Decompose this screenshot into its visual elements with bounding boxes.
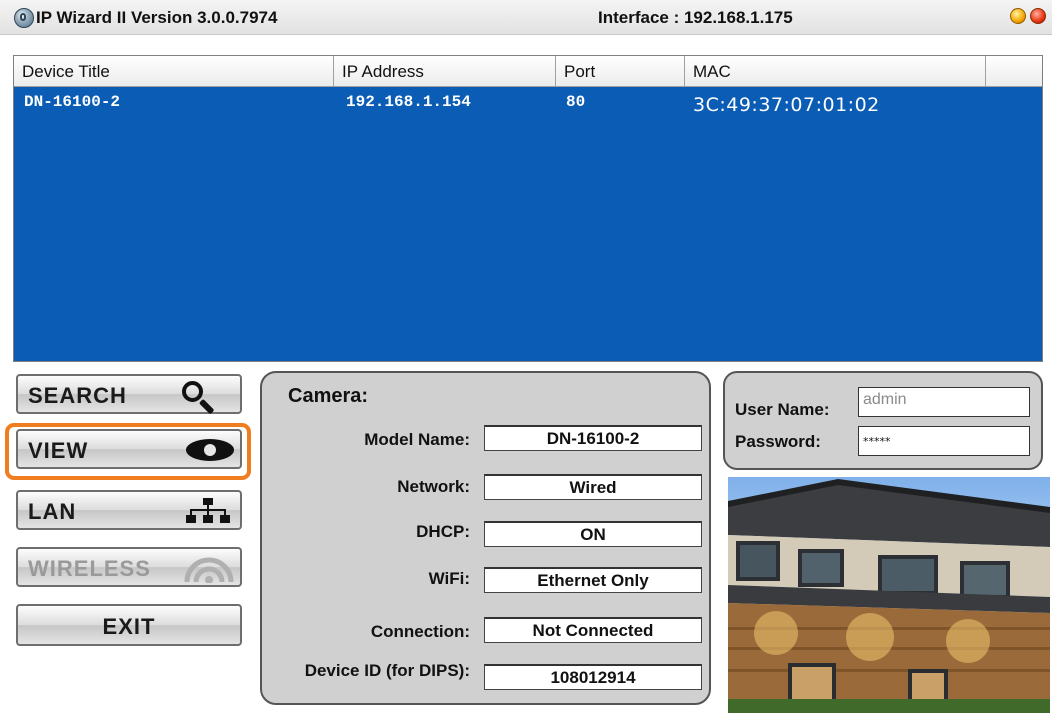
search-button[interactable]: SEARCH (16, 374, 242, 415)
dhcp-label: DHCP: (416, 522, 470, 541)
camera-info-panel: Camera: Model Name: DN-16100-2 Network: … (260, 371, 711, 705)
column-header-device-title[interactable]: Device Title (14, 56, 334, 86)
magnifier-icon (182, 381, 203, 402)
network-label: Network: (397, 477, 470, 496)
column-header-filler (986, 56, 1042, 86)
dhcp-field: ON (484, 521, 702, 547)
interface-address: Interface : 192.168.1.175 (598, 8, 793, 27)
exit-button-label: EXIT (102, 614, 156, 639)
magnifier-handle (198, 398, 215, 415)
wireless-button-label: WIRELESS (28, 556, 151, 581)
device-list[interactable]: Device Title IP Address Port MAC DN-1610… (13, 55, 1043, 362)
device-list-header: Device Title IP Address Port MAC (14, 56, 1042, 87)
user-name-label: User Name: (735, 400, 830, 419)
device-title-cell: DN-16100-2 (24, 93, 121, 111)
wireless-button[interactable]: WIRELESS (16, 547, 242, 587)
lan-button-label: LAN (28, 499, 77, 524)
device-id-field: 108012914 (484, 664, 702, 690)
title-bar[interactable]: IP Wizard II Version 3.0.0.7974 Interfac… (0, 0, 1052, 35)
exit-button[interactable]: EXIT (16, 604, 242, 646)
close-icon[interactable] (1030, 8, 1046, 24)
ip-address-cell: 192.168.1.154 (346, 93, 471, 111)
connection-label: Connection: (370, 622, 470, 641)
connection-field: Not Connected (484, 617, 702, 643)
window-title: IP Wizard II Version 3.0.0.7974 (36, 8, 278, 27)
table-row[interactable]: DN-16100-2 192.168.1.154 80 3C:49:37:07:… (14, 87, 1042, 119)
wifi-label: WiFi: (428, 569, 470, 588)
column-header-port[interactable]: Port (556, 56, 685, 86)
device-id-label: Device ID (for DIPS): (304, 661, 470, 680)
network-icon (186, 498, 230, 523)
model-name-field: DN-16100-2 (484, 425, 702, 451)
app-icon (14, 8, 34, 28)
camera-preview-image (728, 477, 1050, 713)
user-name-input[interactable]: admin (858, 387, 1030, 417)
password-input[interactable]: ***** (858, 426, 1030, 456)
search-button-label: SEARCH (28, 383, 127, 408)
column-header-ip-address[interactable]: IP Address (334, 56, 556, 86)
login-panel: User Name: admin Password: ***** (723, 371, 1043, 470)
port-cell: 80 (566, 93, 586, 111)
view-highlight-frame (5, 423, 251, 480)
wifi-field: Ethernet Only (484, 567, 702, 593)
camera-heading: Camera: (288, 385, 369, 407)
lan-button[interactable]: LAN (16, 490, 242, 530)
mac-cell: 3C:49:37:07:01:02 (693, 94, 880, 116)
minimize-icon[interactable] (1010, 8, 1026, 24)
house-exterior-photo (728, 479, 1050, 713)
network-field: Wired (484, 474, 702, 500)
wifi-icon (184, 557, 234, 583)
password-label: Password: (735, 432, 821, 451)
model-name-label: Model Name: (364, 430, 470, 449)
column-header-mac[interactable]: MAC (685, 56, 986, 86)
